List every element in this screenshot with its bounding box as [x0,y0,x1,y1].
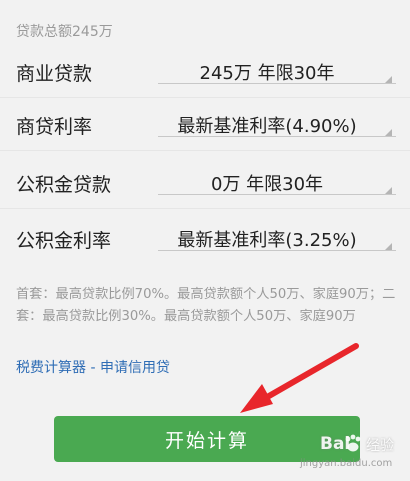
arrow-shaft [259,343,359,403]
apply-credit-link[interactable]: 申请信用贷 [100,360,170,376]
provident-loan-label: 公积金贷款 [16,174,112,196]
provident-rate-label: 公积金利率 [16,230,112,252]
row-divider [0,208,410,209]
dropdown-corner-icon [385,243,392,250]
dropdown-corner-icon [385,76,392,83]
commercial-loan-value[interactable]: 245万 年限30年 [160,59,374,85]
loan-policy-note: 首套：最高贷款比例70%。最高贷款额个人50万、家庭90万；二套：最高贷款比例3… [16,287,396,324]
commercial-rate-underline [158,136,396,137]
tax-calculator-link[interactable]: 税费计算器 [16,360,86,376]
dropdown-corner-icon [385,129,392,136]
provident-loan-underline [158,194,396,195]
commercial-rate-row[interactable]: 商贷利率 最新基准利率(4.90%) [0,98,410,150]
dropdown-corner-icon [385,187,392,194]
link-separator: - [86,360,100,376]
commercial-rate-value[interactable]: 最新基准利率(4.90%) [160,112,374,138]
provident-loan-row[interactable]: 公积金贷款 0万 年限30年 [0,156,410,208]
provident-loan-value[interactable]: 0万 年限30年 [160,170,374,196]
commercial-loan-row[interactable]: 商业贷款 245万 年限30年 [0,45,410,97]
commercial-loan-label: 商业贷款 [16,63,93,85]
arrow-head [240,384,273,413]
commercial-loan-underline [158,83,396,84]
watermark-suffix: 经验 [366,438,394,454]
provident-rate-underline [158,250,396,251]
start-calculation-button[interactable]: 开始计算 [54,416,360,462]
row-divider [0,150,410,151]
provident-rate-value[interactable]: 最新基准利率(3.25%) [160,226,374,252]
loan-summary: 贷款总额245万 [16,24,113,40]
links-bar: 税费计算器 - 申请信用贷 [16,357,170,377]
commercial-rate-label: 商贷利率 [16,116,93,138]
provident-rate-row[interactable]: 公积金利率 最新基准利率(3.25%) [0,212,410,264]
